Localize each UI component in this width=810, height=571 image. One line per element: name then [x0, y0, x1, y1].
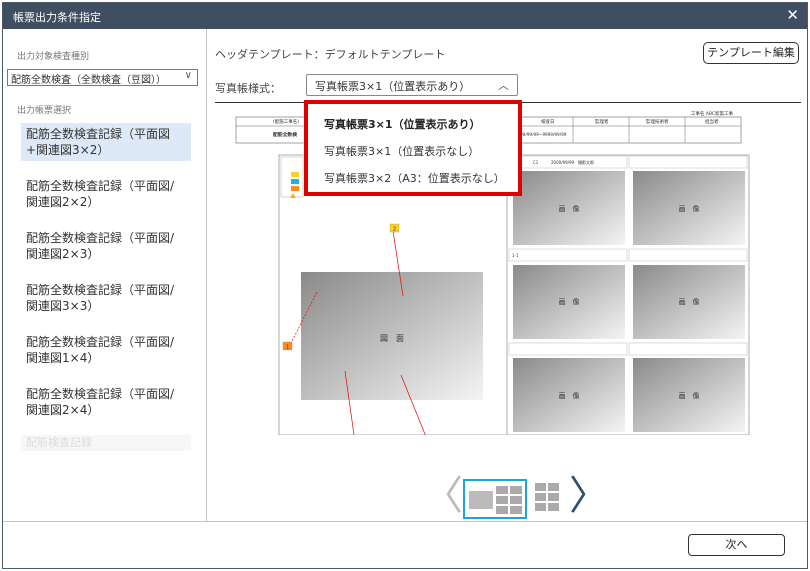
preview-image-text-1: 画 像: [559, 204, 580, 213]
title-bar: 帳票出力条件指定 ✕: [3, 3, 807, 29]
photo-format-option-3x1-with-position[interactable]: 写真帳票3×1（位置表示あり）: [324, 116, 481, 132]
window-title: 帳票出力条件指定: [13, 11, 101, 24]
photo-format-dropdown: 写真帳票3×1（位置表示あり） 写真帳票3×1（位置表示なし） 写真帳票3×2（…: [304, 100, 522, 196]
target-type-value: 配筋全数検査（全数検査（豆図））: [11, 75, 166, 86]
preview-image-text-4: 画 像: [679, 297, 700, 306]
report-item-rebar-inspection-disabled: 配筋検査記録: [21, 435, 191, 451]
photo-format-label: 写真帳様式：: [215, 82, 281, 95]
sidebar: 出力対象検査種別 配筋全数検査（全数検査（豆図）） ∨ 出力帳票選択 配筋全数検…: [3, 29, 207, 521]
preview-pagination: 〈 〉: [423, 476, 609, 521]
photo-format-option-3x1-no-position[interactable]: 写真帳票3×1（位置表示なし）: [324, 143, 479, 159]
preview-header-cell-4: 担当者: [705, 118, 719, 125]
preview-marker-2-label: 2: [393, 227, 396, 233]
report-select-label: 出力帳票選択: [17, 106, 72, 116]
preview-image-text-5: 画 像: [559, 391, 580, 400]
preview-header-cell-0: (配筋工事名): [273, 118, 299, 125]
preview-marker-1-label: 1: [286, 345, 289, 351]
main-panel: ヘッダテンプレート：デフォルトテンプレート テンプレート編集 写真帳様式： 写真…: [208, 29, 807, 521]
next-page-icon[interactable]: 〉: [569, 476, 609, 516]
report-list: 配筋全数検査記録（平面図+関連図3×2） 配筋全数検査記録（平面図/関連図2×2…: [21, 123, 191, 465]
page-thumbnail-1[interactable]: [463, 479, 527, 519]
chevron-down-icon: ∨: [184, 70, 192, 81]
preview-header-cell-3: 監理技術者: [646, 118, 669, 125]
report-item-plan-related-3x3[interactable]: 配筋全数検査記録（平面図/関連図3×3）: [21, 279, 191, 317]
preview-header-cell-2: 監理者: [595, 118, 609, 125]
photo-format-select[interactable]: 写真帳票3×1（位置表示あり） ︿: [306, 74, 518, 96]
preview-plan-text: 図 面: [380, 334, 404, 343]
thumbnail-1-image: [467, 484, 523, 514]
preview-row-meta-1: C1: [533, 160, 539, 165]
template-edit-button[interactable]: テンプレート編集: [703, 42, 799, 64]
preview-row-label-2: 1-1: [512, 253, 519, 258]
report-item-plan-related-3x2[interactable]: 配筋全数検査記録（平面図+関連図3×2）: [21, 123, 191, 161]
dialog-window: 帳票出力条件指定 ✕ 出力対象検査種別 配筋全数検査（全数検査（豆図）） ∨ 出…: [2, 2, 808, 569]
report-item-plan-related-1x4[interactable]: 配筋全数検査記録（平面図/関連図1×4）: [21, 331, 191, 369]
preview-image-text-3: 画 像: [559, 297, 580, 306]
photo-format-value: 写真帳票3×1（位置表示あり）: [315, 80, 471, 93]
report-item-plan-related-2x4[interactable]: 配筋全数検査記録（平面図/関連図2×4）: [21, 383, 191, 421]
report-item-plan-related-2x3[interactable]: 配筋全数検査記録（平面図/関連図2×3）: [21, 227, 191, 265]
preview-header-cell-1: 検査日: [541, 118, 555, 125]
header-template-label: ヘッダテンプレート：デフォルトテンプレート: [215, 48, 446, 61]
footer: 次へ: [3, 521, 807, 568]
chevron-up-icon: ︿: [498, 79, 509, 92]
page-thumbnail-2[interactable]: [534, 481, 560, 515]
target-type-label: 出力対象検査種別: [17, 52, 90, 62]
thumbnail-2-image: [535, 483, 559, 511]
next-button[interactable]: 次へ: [688, 534, 785, 556]
prev-page-icon[interactable]: 〈: [423, 476, 463, 516]
preview-image-text-2: 画 像: [679, 204, 700, 213]
preview-image-text-6: 画 像: [679, 391, 700, 400]
preview-header-title: 配筋全数検: [273, 131, 297, 138]
preview-date-range: 99/99/99~9999/99/99: [520, 132, 567, 137]
preview-row-meta-2: 2000/99/99: [551, 160, 575, 165]
target-type-select[interactable]: 配筋全数検査（全数検査（豆図）） ∨: [7, 69, 198, 86]
preview-project-name: 工事名 ABC新築工事: [691, 110, 734, 117]
photo-format-option-3x2-a3[interactable]: 写真帳票3×2（A3：位置表示なし）: [324, 170, 505, 186]
close-icon[interactable]: ✕: [786, 6, 799, 24]
report-item-plan-related-2x2[interactable]: 配筋全数検査記録（平面図/関連図2×2）: [21, 175, 191, 213]
preview-row-meta-3: 撮影太郎: [578, 159, 594, 165]
